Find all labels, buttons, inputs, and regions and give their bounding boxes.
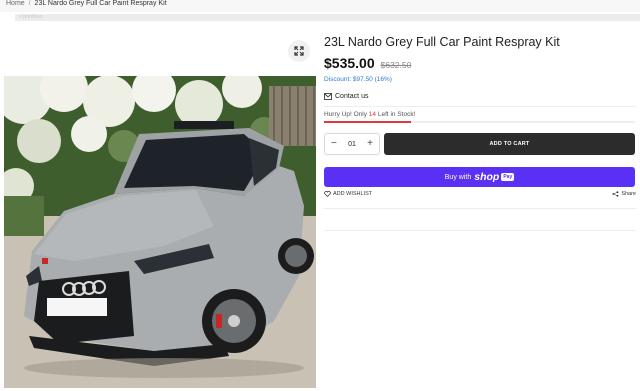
zoom-button[interactable] bbox=[288, 40, 310, 62]
breadcrumb-home-link[interactable]: Home bbox=[6, 0, 25, 7]
product-gallery bbox=[4, 30, 316, 388]
breadcrumb: Home / 23L Nardo Grey Full Car Paint Res… bbox=[0, 0, 640, 12]
stock-progress-fill bbox=[324, 121, 412, 123]
divider bbox=[324, 106, 636, 107]
expand-icon bbox=[294, 46, 304, 56]
stock-suffix: Left in Stock! bbox=[376, 111, 416, 118]
car-photo bbox=[4, 76, 316, 388]
discount-text: Discount: $97.50 (16%) bbox=[324, 76, 392, 83]
price-row: $535.00 $632.50 bbox=[324, 55, 636, 71]
share-icon bbox=[612, 191, 619, 197]
stock-message: Hurry Up! Only 14 Left in Stock! bbox=[324, 111, 636, 118]
increase-quantity-button[interactable]: + bbox=[367, 139, 373, 149]
envelope-icon bbox=[324, 92, 332, 100]
pay-badge: Pay bbox=[501, 173, 515, 181]
quantity-stepper: − 01 + bbox=[324, 133, 380, 155]
buy-with-label: Buy with bbox=[444, 173, 472, 181]
add-wishlist-button[interactable]: ADD WISHLIST bbox=[324, 191, 372, 197]
shop-logo-text: shop bbox=[474, 171, 500, 183]
stock-count: 14 bbox=[368, 111, 377, 118]
stock-prefix: Hurry Up! Only bbox=[324, 111, 369, 118]
product-title: 23L Nardo Grey Full Car Paint Respray Ki… bbox=[324, 35, 560, 49]
divider bbox=[324, 208, 636, 209]
decrease-quantity-button[interactable]: − bbox=[331, 139, 337, 149]
heart-icon bbox=[324, 191, 331, 197]
stock-progress-bar bbox=[324, 121, 635, 123]
cart-row: − 01 + ADD TO CART bbox=[324, 133, 636, 155]
previous-product-strip[interactable]: < previous bbox=[15, 14, 640, 21]
breadcrumb-current: 23L Nardo Grey Full Car Paint Respray Ki… bbox=[34, 0, 167, 7]
secondary-actions: ADD WISHLIST Share bbox=[324, 190, 636, 198]
add-wishlist-label[interactable]: ADD WISHLIST bbox=[333, 191, 372, 197]
quantity-value[interactable]: 01 bbox=[348, 141, 356, 148]
previous-product-label[interactable]: < previous bbox=[19, 14, 42, 21]
add-to-cart-button[interactable]: ADD TO CART bbox=[384, 133, 635, 155]
share-label[interactable]: Share bbox=[621, 191, 636, 197]
sale-price: $535.00 bbox=[324, 55, 375, 71]
share-button[interactable]: Share bbox=[612, 191, 636, 197]
contact-us-label[interactable]: Contact us bbox=[335, 93, 368, 100]
compare-price: $632.50 bbox=[380, 60, 412, 70]
product-image[interactable] bbox=[4, 76, 316, 388]
contact-us-link[interactable]: Contact us bbox=[324, 91, 636, 101]
product-info: 23L Nardo Grey Full Car Paint Respray Ki… bbox=[324, 35, 636, 231]
breadcrumb-separator: / bbox=[28, 0, 31, 7]
shop-pay-button[interactable]: Buy with shop Pay bbox=[324, 167, 635, 187]
divider bbox=[324, 230, 636, 231]
